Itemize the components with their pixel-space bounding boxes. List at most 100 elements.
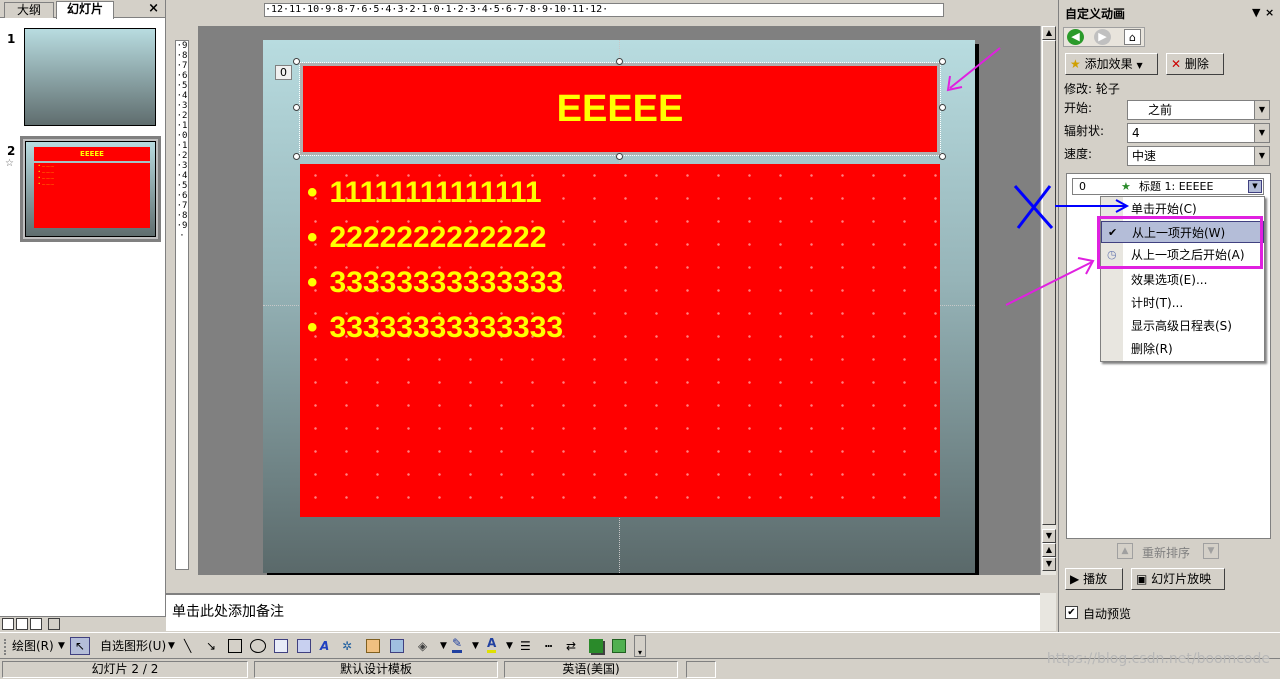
arrow-icon[interactable]: ↘ <box>206 637 216 655</box>
start-dropdown[interactable]: 之前 ▼ <box>1127 100 1270 120</box>
select-pointer-icon[interactable]: ↖ <box>70 637 90 655</box>
tab-outline[interactable]: 大纲 <box>4 2 54 18</box>
play-button[interactable]: ▶ 播放 <box>1065 568 1123 590</box>
resize-handle[interactable] <box>616 153 623 160</box>
resize-handle[interactable] <box>293 58 300 65</box>
slide-number: 2 <box>7 144 16 158</box>
thumbnail-body: • .......... • .......... • .......... •… <box>34 163 150 228</box>
slideshow-button[interactable]: ▣ 幻灯片放映 <box>1131 568 1225 590</box>
toolbar-options-icon[interactable]: ▾ <box>634 635 646 657</box>
pane-close-icon[interactable]: × <box>1265 6 1274 19</box>
autopreview-label: 自动预览 <box>1083 607 1132 621</box>
resize-handle[interactable] <box>293 153 300 160</box>
home-icon[interactable]: ⌂ <box>1124 29 1141 45</box>
spokes-dropdown[interactable]: 4 ▼ <box>1127 123 1270 143</box>
reorder-label: 重新排序 <box>1142 546 1191 560</box>
autopreview-checkbox[interactable]: ✔ <box>1065 606 1078 619</box>
watermark: https://blog.csdn.net/boomcode <box>1046 651 1270 667</box>
line-color-icon[interactable]: ✎ <box>452 637 463 653</box>
tab-slides[interactable]: 幻灯片 <box>56 1 114 19</box>
chevron-down-icon: ▼ <box>1254 124 1269 142</box>
3d-icon[interactable] <box>612 639 626 653</box>
menu-item-advanced-timeline[interactable]: 显示高级日程表(S) <box>1101 315 1264 337</box>
resize-handle[interactable] <box>293 104 300 111</box>
modify-label: 修改: 轮子 <box>1064 82 1120 96</box>
vertical-textbox-icon[interactable] <box>297 639 311 653</box>
slide-sorter-icon[interactable] <box>16 618 28 630</box>
menu-item-with-previous[interactable]: ✔ 从上一项开始(W) <box>1101 221 1264 243</box>
draw-menu[interactable]: 绘图(R) <box>12 637 54 655</box>
scroll-up-icon[interactable]: ▲ <box>1042 26 1056 40</box>
chevron-down-icon[interactable]: ▼ <box>58 637 65 655</box>
checkmark-icon: ✔ <box>1108 226 1118 239</box>
start-label: 开始: <box>1064 101 1093 115</box>
chevron-down-icon[interactable]: ▼ <box>1248 180 1262 193</box>
clipart-icon[interactable] <box>366 639 380 653</box>
font-color-icon[interactable]: A <box>487 637 497 653</box>
slideshow-icon: ▣ <box>1136 572 1148 586</box>
animation-order-tag[interactable]: 0 <box>275 65 292 80</box>
notes-scrollbar[interactable] <box>1040 593 1056 631</box>
resize-handle[interactable] <box>616 58 623 65</box>
autoshapes-menu[interactable]: 自选图形(U) <box>100 637 166 655</box>
slide-thumbnail-1[interactable] <box>24 28 156 126</box>
slide-title: EEEEE <box>556 87 684 130</box>
line-style-icon[interactable]: ☰ <box>520 637 531 655</box>
scroll-down-icon[interactable]: ▼ <box>1042 529 1056 543</box>
resize-handle[interactable] <box>939 58 946 65</box>
arrow-style-icon[interactable]: ⇄ <box>566 637 576 655</box>
bullet-list[interactable]: 11111111111111 2222222222222 33333333333… <box>307 170 564 350</box>
title-placeholder[interactable]: EEEEE <box>299 62 941 156</box>
menu-item-remove[interactable]: 删除(R) <box>1101 338 1264 360</box>
forward-icon[interactable]: ▶ <box>1094 29 1111 45</box>
move-up-icon[interactable]: ▲ <box>1117 543 1133 559</box>
diagram-icon[interactable]: ✲ <box>342 637 352 655</box>
next-slide-icon[interactable]: ▼ <box>1042 557 1056 571</box>
scroll-left-icon[interactable] <box>48 618 60 630</box>
rectangle-icon[interactable] <box>228 639 242 653</box>
remove-effect-button[interactable]: ✕ 删除 <box>1166 53 1224 75</box>
shadow-icon[interactable] <box>589 639 603 653</box>
resize-handle[interactable] <box>939 153 946 160</box>
chevron-down-icon[interactable]: ▼ <box>440 637 447 655</box>
picture-icon[interactable] <box>390 639 404 653</box>
clock-icon: ◷ <box>1107 248 1117 261</box>
play-icon: ▶ <box>1070 572 1080 586</box>
fill-color-icon[interactable]: ◈ <box>418 637 427 655</box>
pane-menu-icon[interactable]: ▼ <box>1252 6 1260 19</box>
oval-icon[interactable] <box>250 639 266 653</box>
normal-view-icon[interactable] <box>2 618 14 630</box>
vertical-scrollbar[interactable]: ▲ ▼ ▲ ▼ <box>1040 26 1056 575</box>
menu-item-timing[interactable]: 计时(T)... <box>1101 292 1264 314</box>
line-icon[interactable]: ╲ <box>184 637 191 655</box>
slideshow-view-icon[interactable] <box>30 618 42 630</box>
back-icon[interactable]: ◀ <box>1067 29 1084 45</box>
close-icon[interactable]: × <box>148 1 159 16</box>
prev-slide-icon[interactable]: ▲ <box>1042 543 1056 557</box>
chevron-down-icon[interactable]: ▼ <box>506 637 513 655</box>
slide-thumbnail-2[interactable]: EEEEE • .......... • .......... • ......… <box>20 136 161 242</box>
bullet-item: 33333333333333 <box>307 305 564 350</box>
speed-dropdown[interactable]: 中速 ▼ <box>1127 146 1270 166</box>
resize-handle[interactable] <box>939 104 946 111</box>
thumbnail-title: EEEEE <box>34 147 150 161</box>
horizontal-scrollbar[interactable] <box>170 575 1040 586</box>
notes-pane[interactable]: 单击此处添加备注 <box>166 593 1040 631</box>
add-effect-button[interactable]: ★ 添加效果 ▼ <box>1065 53 1158 75</box>
scroll-thumb[interactable] <box>1042 40 1056 525</box>
wordart-icon[interactable]: A <box>320 637 329 655</box>
effect-item[interactable]: 0 ★ 标题 1: EEEEE ▼ <box>1072 178 1264 195</box>
bullet-item: 33333333333333 <box>307 260 564 305</box>
menu-item-after-previous[interactable]: ◷ 从上一项之后开始(A) <box>1101 244 1264 266</box>
menu-item-effect-options[interactable]: 效果选项(E)... <box>1101 269 1264 291</box>
menu-item-on-click[interactable]: 单击开始(C) <box>1101 198 1264 220</box>
textbox-icon[interactable] <box>274 639 288 653</box>
chevron-down-icon[interactable]: ▼ <box>168 637 175 655</box>
pane-navigation: ◀ ▶ ⌂ <box>1063 27 1145 47</box>
template-name: 默认设计模板 <box>254 661 498 678</box>
move-down-icon[interactable]: ▼ <box>1203 543 1219 559</box>
horizontal-ruler: ·12·11·10·9·8·7·6·5·4·3·2·1·0·1·2·3·4·5·… <box>170 0 1054 22</box>
dash-style-icon[interactable]: ┅ <box>545 637 552 655</box>
bullet-item: 2222222222222 <box>307 215 563 260</box>
chevron-down-icon[interactable]: ▼ <box>472 637 479 655</box>
